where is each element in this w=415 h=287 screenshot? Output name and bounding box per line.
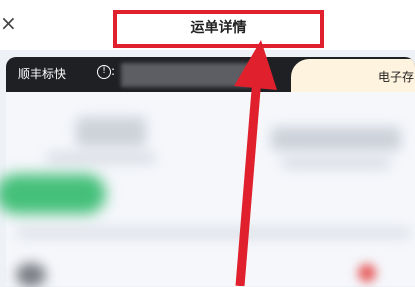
route-blurred: [16, 227, 411, 239]
receiver-detail-blurred: [281, 157, 391, 169]
service-type-label: 顺丰标快: [18, 67, 67, 81]
top-navigation-bar: × 运单详情: [0, 0, 415, 50]
green-action-button-blurred[interactable]: [0, 174, 106, 214]
colon: :: [111, 64, 116, 78]
card-header: 顺丰标快 ! : 电子存: [6, 57, 415, 92]
electronic-archive-label: 电子存: [378, 70, 415, 84]
receiver-name-blurred: [271, 127, 401, 151]
status-icon: [358, 264, 376, 282]
waybill-card: 顺丰标快 ! : 电子存: [6, 57, 415, 286]
sender-name-blurred: [76, 117, 146, 147]
info-icon[interactable]: !: [97, 65, 111, 79]
sender-detail-blurred: [46, 152, 156, 164]
avatar: [16, 263, 46, 287]
page-title: 运单详情: [190, 20, 247, 36]
close-icon[interactable]: ×: [0, 10, 17, 36]
tracking-number-blurred: [121, 63, 251, 87]
